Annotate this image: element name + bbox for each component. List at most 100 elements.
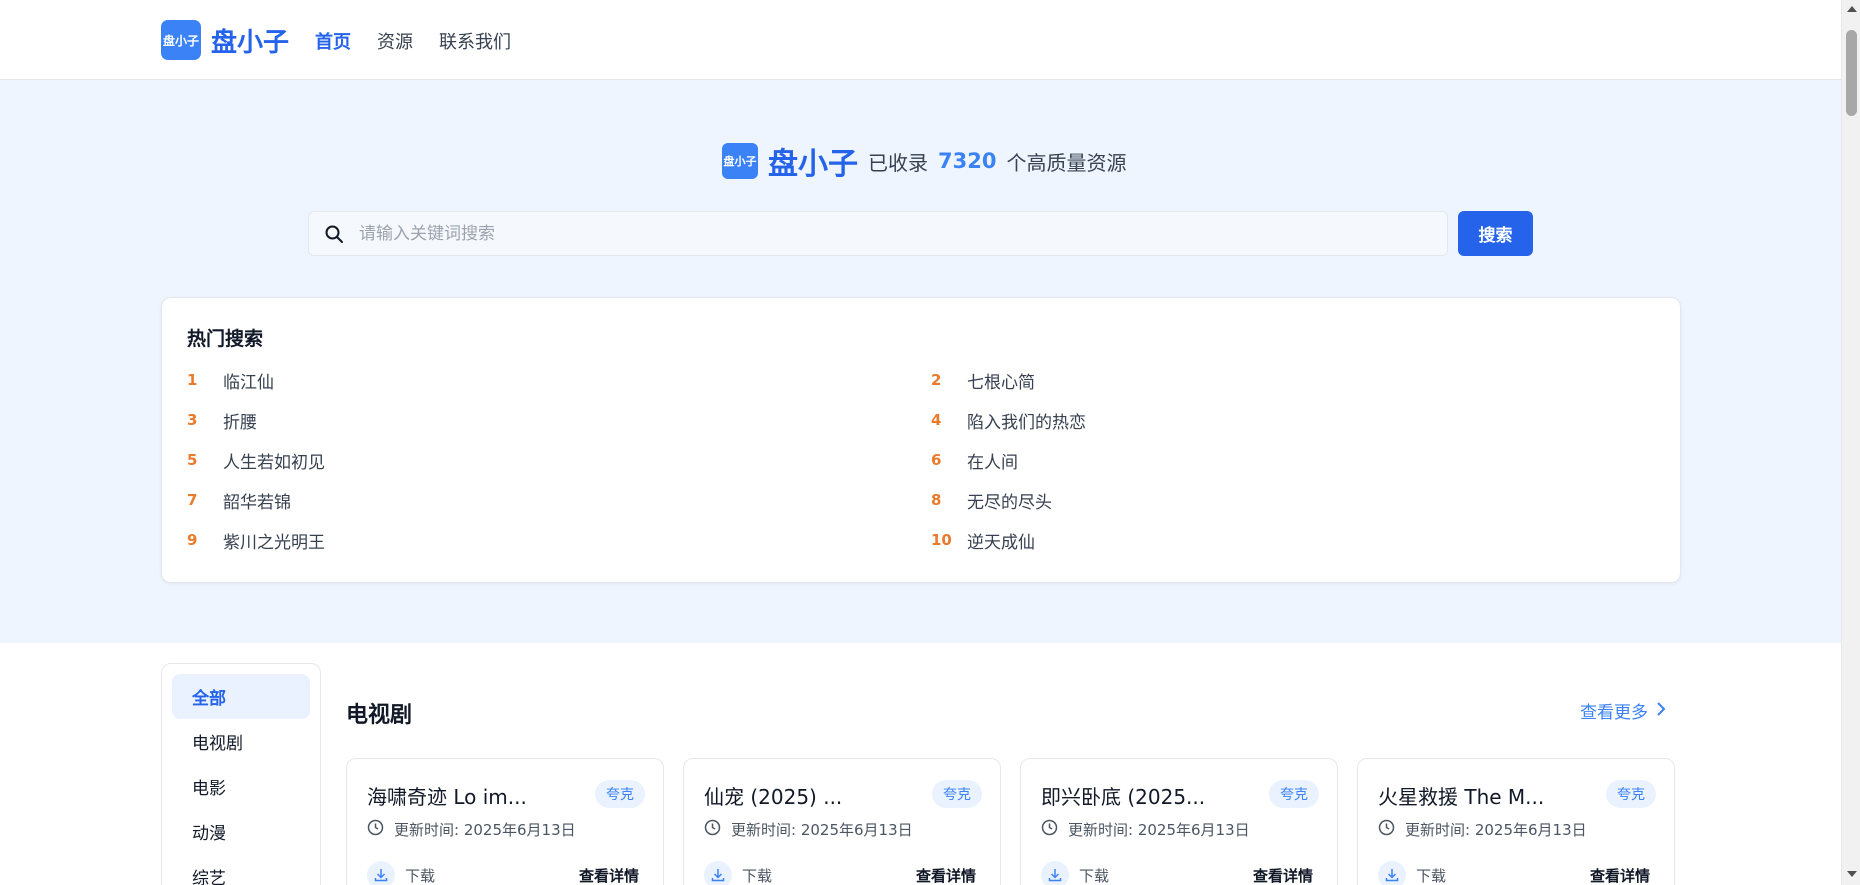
card-title[interactable]: 仙宠 (2025) ... [704,781,842,810]
hot-rank: 5 [187,451,198,469]
category-variety[interactable]: 综艺 [172,854,310,885]
nav-resources[interactable]: 资源 [377,28,413,54]
hot-keyword[interactable]: 临江仙 [223,368,274,393]
download-label: 下载 [742,866,773,885]
view-more-label: 查看更多 [1580,703,1648,723]
hero-logo-icon: 盘小子 [722,143,758,179]
hero-prefix: 已收录 [868,150,928,175]
hot-search-item[interactable]: 8 无尽的尽头 [931,480,1675,520]
hot-search-item[interactable]: 10 逆天成仙 [931,520,1675,560]
download-button[interactable]: 下载 [1041,861,1109,885]
hot-search-item[interactable]: 2 七根心简 [931,360,1675,400]
hero-brand: 盘小子 [768,147,858,182]
hot-keyword[interactable]: 陷入我们的热恋 [967,408,1086,433]
section-title: 电视剧 [346,703,413,728]
update-time-text: 更新时间: 2025年6月13日 [394,821,576,839]
hot-search-item[interactable]: 1 临江仙 [187,360,931,400]
hot-rank: 6 [931,451,942,469]
search-icon [323,223,345,245]
scroll-down-arrow-icon[interactable] [1847,871,1857,877]
view-more-link[interactable]: 查看更多 [1580,698,1666,723]
hot-search-card: 热门搜索 1 临江仙 2 七根心简 3 折腰 4 陷入我们的热恋 5 人生若如初见 6 在人… [161,297,1681,583]
update-time-text: 更新时间: 2025年6月13日 [1068,821,1250,839]
hot-keyword[interactable]: 人生若如初见 [223,448,325,473]
clock-icon [367,819,384,840]
card-footer: 下载 查看详情 [1041,861,1313,885]
search-box [308,211,1448,256]
clock-icon [704,819,721,840]
hot-keyword[interactable]: 逆天成仙 [967,528,1035,553]
search-button[interactable]: 搜索 [1458,211,1533,256]
hot-keyword[interactable]: 折腰 [223,408,257,433]
update-time: 更新时间: 2025年6月13日 [1378,819,1587,840]
clock-icon [1041,819,1058,840]
hot-keyword[interactable]: 在人间 [967,448,1018,473]
source-badge: 夸克 [1269,780,1319,808]
update-time: 更新时间: 2025年6月13日 [367,819,576,840]
hot-rank: 4 [931,411,942,429]
card-title[interactable]: 火星救援 The M... [1378,781,1544,810]
hot-search-item[interactable]: 9 紫川之光明王 [187,520,931,560]
download-icon [1041,861,1069,885]
scrollbar-thumb[interactable] [1846,30,1857,116]
hot-keyword[interactable]: 韶华若锦 [223,488,291,513]
page-scrollbar[interactable] [1841,0,1860,885]
resource-card[interactable]: 仙宠 (2025) ... 夸克 更新时间: 2025年6月13日 下载 查看详… [683,758,1001,885]
resource-card[interactable]: 火星救援 The M... 夸克 更新时间: 2025年6月13日 下载 查看详… [1357,758,1675,885]
resource-card[interactable]: 即兴卧底 (2025... 夸克 更新时间: 2025年6月13日 下载 查看详… [1020,758,1338,885]
scroll-up-arrow-icon[interactable] [1847,6,1857,12]
resource-card[interactable]: 海啸奇迹 Lo im... 夸克 更新时间: 2025年6月13日 下载 查看详… [346,758,664,885]
category-all[interactable]: 全部 [172,674,310,719]
top-navbar: 盘小子 盘小子 首页 资源 联系我们 [0,0,1841,80]
hot-keyword[interactable]: 无尽的尽头 [967,488,1052,513]
hot-rank: 9 [187,531,198,549]
hot-rank: 3 [187,411,198,429]
resource-count: 7320 [938,149,997,173]
hero-title: 盘小子 盘小子 已收录 7320 个高质量资源 [722,142,1127,182]
hot-search-item[interactable]: 3 折腰 [187,400,931,440]
download-icon [367,861,395,885]
view-details-link[interactable]: 查看详情 [1590,865,1650,885]
download-label: 下载 [405,866,436,885]
hot-search-item[interactable]: 4 陷入我们的热恋 [931,400,1675,440]
update-time: 更新时间: 2025年6月13日 [1041,819,1250,840]
card-title[interactable]: 即兴卧底 (2025... [1041,781,1205,810]
download-label: 下载 [1416,866,1447,885]
hot-rank: 7 [187,491,198,509]
hot-keyword[interactable]: 七根心简 [967,368,1035,393]
download-button[interactable]: 下载 [367,861,435,885]
source-badge: 夸克 [1606,780,1656,808]
card-footer: 下载 查看详情 [367,861,639,885]
main-nav: 首页 资源 联系我们 [315,28,511,54]
view-details-link[interactable]: 查看详情 [1253,865,1313,885]
nav-contact[interactable]: 联系我们 [439,28,511,54]
download-button[interactable]: 下载 [1378,861,1446,885]
update-time-text: 更新时间: 2025年6月13日 [1405,821,1587,839]
card-title[interactable]: 海啸奇迹 Lo im... [367,781,527,810]
card-footer: 下载 查看详情 [1378,861,1650,885]
view-details-link[interactable]: 查看详情 [579,865,639,885]
download-icon [1378,861,1406,885]
logo-icon[interactable]: 盘小子 [161,20,201,60]
download-button[interactable]: 下载 [704,861,772,885]
download-label: 下载 [1079,866,1110,885]
hero-suffix: 个高质量资源 [1006,150,1127,175]
clock-icon [1378,819,1395,840]
hot-rank: 1 [187,371,198,389]
hot-search-item[interactable]: 6 在人间 [931,440,1675,480]
update-time-text: 更新时间: 2025年6月13日 [731,821,913,839]
hot-search-item[interactable]: 5 人生若如初见 [187,440,931,480]
hot-search-item[interactable]: 7 韶华若锦 [187,480,931,520]
category-movie[interactable]: 电影 [172,764,310,809]
category-tv[interactable]: 电视剧 [172,719,310,764]
view-details-link[interactable]: 查看详情 [916,865,976,885]
chevron-right-icon [1656,701,1666,721]
brand-name[interactable]: 盘小子 [211,22,289,59]
hot-rank: 8 [931,491,942,509]
hot-keyword[interactable]: 紫川之光明王 [223,528,325,553]
search-input[interactable] [359,223,1419,244]
update-time: 更新时间: 2025年6月13日 [704,819,913,840]
download-icon [704,861,732,885]
nav-home[interactable]: 首页 [315,28,351,54]
category-anime[interactable]: 动漫 [172,809,310,854]
